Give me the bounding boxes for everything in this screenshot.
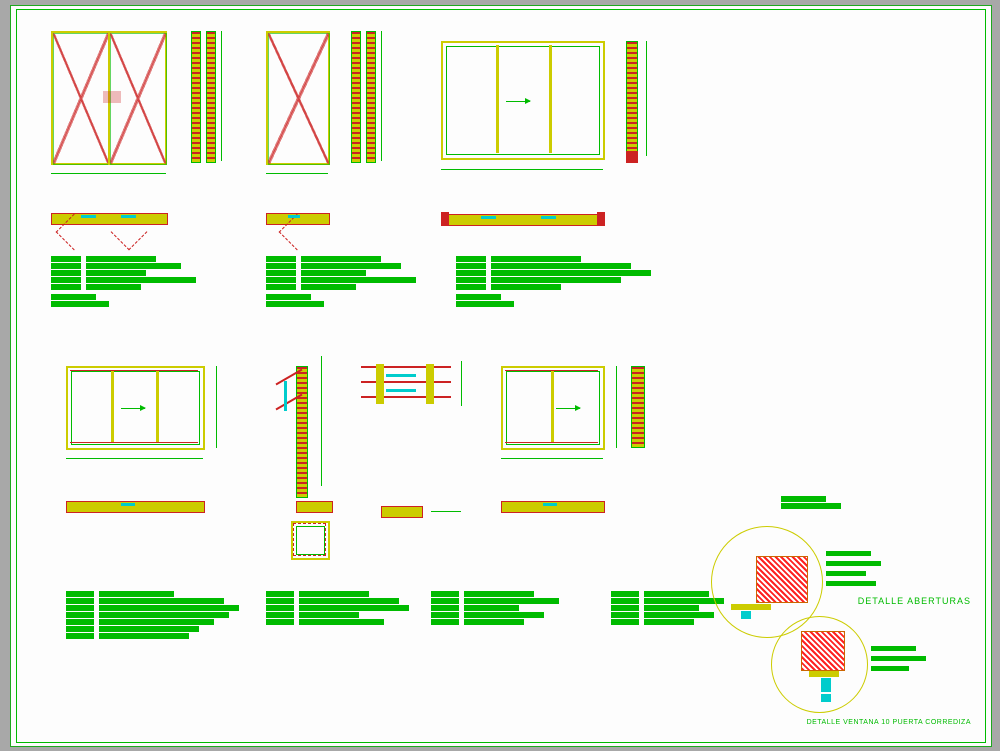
legend-p3 xyxy=(456,256,656,308)
detail-v1 xyxy=(66,366,236,476)
sheet-title: DETALLE ABERTURAS xyxy=(858,596,971,606)
legend-v1 xyxy=(66,591,246,640)
detail-v2 xyxy=(266,356,366,506)
detail-callout-2 xyxy=(771,616,931,736)
legend-d1 xyxy=(431,591,591,626)
legend-p1 xyxy=(51,256,231,308)
detail-p1 xyxy=(51,31,221,191)
detail-p3 xyxy=(441,41,661,191)
legend-v2 xyxy=(266,591,426,626)
sheet-subtitle: DETALLE VENTANA 10 PUERTA CORREDIZA xyxy=(807,719,971,726)
legend-p2 xyxy=(266,256,446,308)
plan-p1 xyxy=(51,201,221,246)
plan-p3 xyxy=(441,206,641,236)
detail-d1 xyxy=(356,356,476,506)
slide-arrow-icon xyxy=(506,101,530,102)
plan-v3 xyxy=(501,496,651,521)
plan-v2 xyxy=(271,496,371,566)
detail-v3 xyxy=(501,366,651,476)
plan-v1 xyxy=(66,496,236,521)
plan-p2 xyxy=(266,201,386,246)
plan-d1 xyxy=(381,501,471,526)
legend-callout xyxy=(781,496,881,510)
slide-arrow-icon xyxy=(121,408,145,409)
slide-arrow-icon xyxy=(556,408,580,409)
drawing-sheet: DETALLE ABERTURAS DETALLE VENTANA 10 PUE… xyxy=(10,5,992,747)
detail-p2 xyxy=(266,31,396,191)
